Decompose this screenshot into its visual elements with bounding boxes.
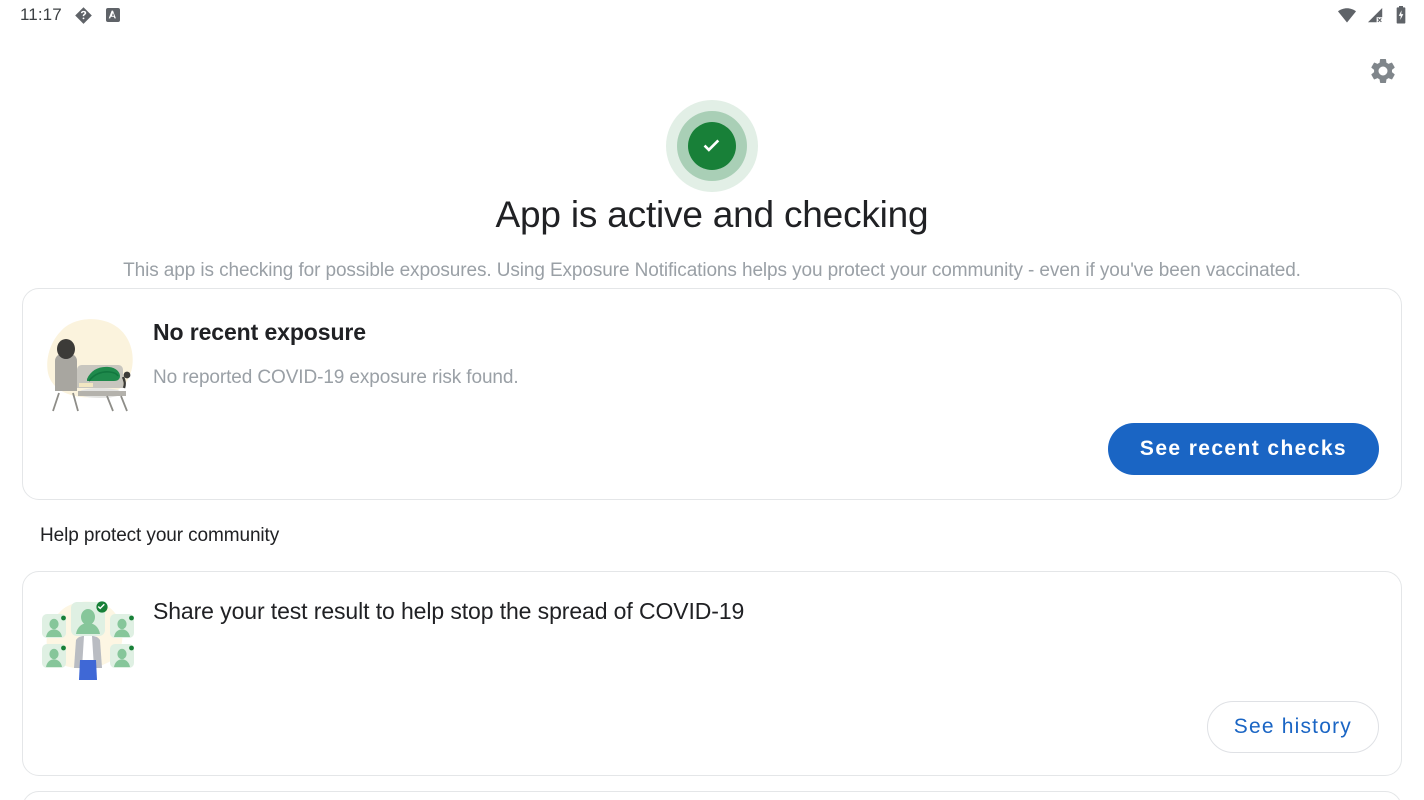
exposure-card-actions: See recent checks bbox=[1107, 423, 1379, 475]
page-title: App is active and checking bbox=[495, 194, 929, 235]
gear-icon bbox=[1368, 56, 1398, 91]
share-card-actions: See history bbox=[1206, 701, 1379, 753]
community-section-heading: Help protect your community bbox=[40, 525, 280, 546]
battery-charging-icon bbox=[1394, 5, 1408, 25]
status-badge-ring bbox=[677, 111, 747, 181]
status-bar-left: 11:17 bbox=[20, 5, 121, 25]
share-card-title: Share your test result to help stop the … bbox=[153, 598, 745, 624]
see-recent-checks-button[interactable]: See recent checks bbox=[1107, 423, 1379, 475]
share-card-body: Share your test result to help stop the … bbox=[23, 572, 1401, 688]
status-bar-clock: 11:17 bbox=[20, 5, 62, 24]
wifi-icon bbox=[1337, 5, 1357, 25]
app-notification-icon bbox=[74, 6, 93, 25]
exposure-card-title: No recent exposure bbox=[153, 319, 366, 345]
hero-section: App is active and checking This app is c… bbox=[0, 100, 1424, 282]
cellular-no-service-icon bbox=[1366, 6, 1385, 25]
share-test-result-card[interactable]: Share your test result to help stop the … bbox=[22, 571, 1402, 776]
page-subtitle: This app is checking for possible exposu… bbox=[123, 260, 1301, 281]
accessibility-notification-icon bbox=[105, 7, 121, 23]
share-card-text: Share your test result to help stop the … bbox=[153, 592, 744, 625]
status-badge bbox=[666, 100, 758, 192]
status-bar-right bbox=[1337, 5, 1408, 25]
status-bar: 11:17 bbox=[0, 0, 1424, 30]
people-network-illustration bbox=[23, 592, 153, 688]
exposure-card-body: No recent exposure No reported COVID-19 … bbox=[23, 289, 1401, 417]
exposure-card-text: No recent exposure No reported COVID-19 … bbox=[153, 313, 519, 389]
see-history-button[interactable]: See history bbox=[1206, 701, 1379, 753]
check-circle-icon bbox=[688, 122, 736, 170]
exposure-card-description: No reported COVID-19 exposure risk found… bbox=[153, 367, 519, 388]
settings-button[interactable] bbox=[1366, 56, 1400, 90]
person-resting-on-couch-illustration bbox=[23, 313, 153, 417]
exposure-status-card[interactable]: No recent exposure No reported COVID-19 … bbox=[22, 288, 1402, 500]
next-card-partial[interactable] bbox=[22, 791, 1402, 800]
